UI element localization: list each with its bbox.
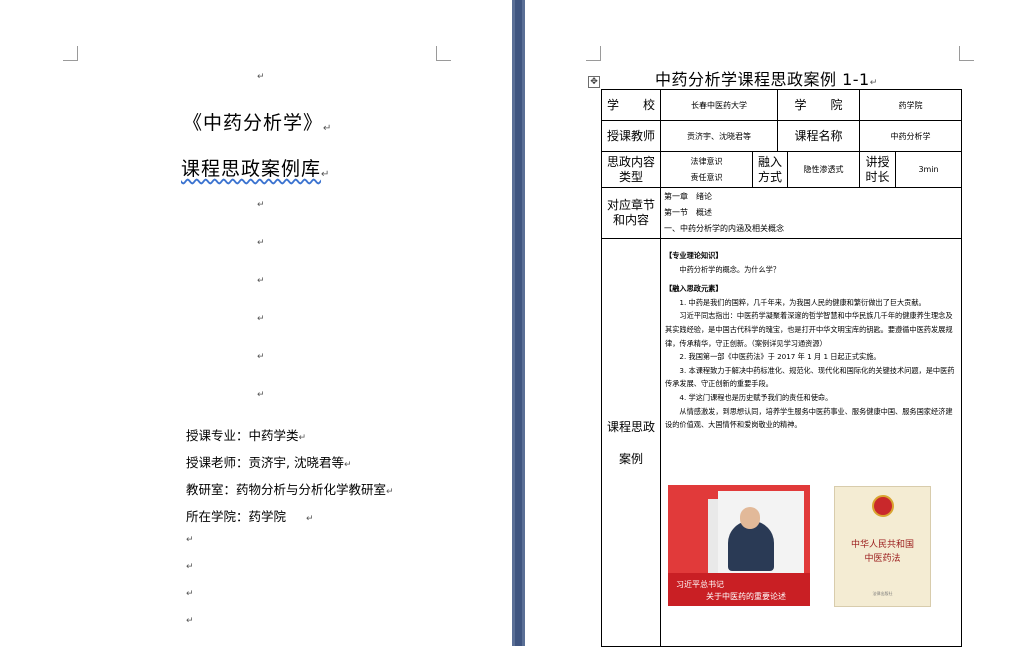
info-college-text: 所在学院：药学院	[186, 509, 287, 524]
integration-value[interactable]: 隐性渗透式	[786, 151, 861, 188]
school-value[interactable]: 长春中医药大学	[660, 89, 778, 121]
info-teachers-text: 授课老师：贡济宇, 沈晓君等	[186, 455, 344, 470]
chapter-line: 第一章 绪论	[664, 192, 712, 201]
info-teachers[interactable]: 授课老师：贡济宇, 沈晓君等↵	[186, 452, 352, 471]
document-subtitle[interactable]: 课程思政案例库↵	[181, 154, 330, 181]
duration-value[interactable]: 3min	[895, 151, 963, 188]
info-department-text: 教研室：药物分析与分析化学教研室	[186, 482, 387, 497]
table-row: 学 校 长春中医药大学 学 院 药学院	[601, 89, 963, 121]
case-paragraph: 1. 中药是我们的国粹，几千年来，为我国人民的健康和繁衍做出了巨大贡献。	[679, 297, 926, 307]
paragraph-mark: ↵	[186, 589, 194, 599]
paragraph-mark: ↵	[186, 535, 194, 545]
college-label[interactable]: 学 院	[776, 89, 861, 121]
cover-publisher: 法律出版社	[872, 591, 893, 596]
page-corner-mark	[586, 46, 601, 61]
college-value[interactable]: 药学院	[859, 89, 963, 121]
paragraph-mark: ↵	[186, 562, 194, 572]
case-paragraph: 中药分析学的概念。为什么学？	[679, 264, 781, 274]
document-subtitle-text: 课程思政案例库	[181, 158, 322, 180]
info-major-text: 授课专业：中药学类	[186, 428, 299, 443]
paragraph-mark: ↵	[343, 460, 352, 470]
duration-label[interactable]: 讲授时长	[859, 151, 897, 188]
paragraph-mark: ↵	[257, 72, 265, 82]
sz-content-label[interactable]: 思政内容类型	[601, 151, 661, 188]
paragraph-mark: ↵	[323, 123, 333, 134]
chapter-line: 第一节 概述	[664, 208, 712, 217]
school-label[interactable]: 学 校	[601, 89, 661, 121]
sz-content-value[interactable]: 法律意识 责任意识	[660, 151, 753, 188]
info-department[interactable]: 教研室：药物分析与分析化学教研室↵	[186, 479, 394, 498]
paragraph-mark: ↵	[298, 433, 307, 443]
paragraph-mark: ↵	[257, 200, 265, 210]
national-emblem-icon	[872, 495, 894, 517]
page-gutter-edge	[515, 0, 522, 646]
paragraph-mark: ↵	[257, 390, 265, 400]
paragraph-mark: ↵	[257, 352, 265, 362]
case-label-line: 课程思政	[606, 419, 655, 434]
document-title[interactable]: 《中药分析学》↵	[183, 108, 332, 135]
info-college[interactable]: 所在学院：药学院 ↵	[186, 506, 314, 525]
course-label[interactable]: 课程名称	[776, 120, 861, 152]
paragraph-mark: ↵	[306, 514, 314, 524]
document-title-text: 《中药分析学》	[183, 112, 324, 134]
case-title-text: 中药分析学课程思政案例 1-1	[655, 70, 870, 89]
case-title[interactable]: 中药分析学课程思政案例 1-1↵	[655, 66, 878, 90]
paragraph-mark: ↵	[321, 169, 331, 180]
cover-title: 中医药法	[864, 554, 901, 564]
paragraph-mark: ↵	[869, 78, 878, 88]
teacher-label[interactable]: 授课教师	[601, 120, 661, 152]
integration-label[interactable]: 融入方式	[752, 151, 788, 188]
paragraph-mark: ↵	[386, 487, 394, 497]
cover-caption: 习近平总书记	[676, 580, 724, 589]
chapter-label[interactable]: 对应章节和内容	[601, 187, 661, 239]
page-gutter	[512, 0, 525, 646]
chapter-line: 一、中药分析学的内涵及相关概念	[664, 224, 784, 233]
case-heading: 【专业理论知识】	[665, 251, 723, 260]
table-row: 思政内容类型 法律意识 责任意识 融入方式 隐性渗透式 讲授时长 3min	[601, 151, 963, 188]
paragraph-mark: ↵	[186, 616, 194, 626]
book-cover-image-speech[interactable]: 习近平总书记 关于中医药的重要论述	[668, 485, 810, 606]
cover-title: 中华人民共和国	[850, 540, 914, 550]
page-corner-mark	[436, 46, 451, 61]
case-label-line: 案例	[618, 451, 643, 466]
document-page-left: ↵ 《中药分析学》↵ 课程思政案例库↵ ↵ ↵ ↵ ↵ ↵ ↵ 授课专业：中药学…	[0, 0, 512, 646]
sz-content-item: 责任意识	[690, 172, 723, 182]
cover-caption: 关于中医药的重要论述	[706, 592, 786, 601]
case-paragraph: 3. 本课程致力于解决中药标准化、规范化、现代化和国际化的关键技术问题，是中医药…	[665, 365, 955, 389]
info-major[interactable]: 授课专业：中药学类↵	[186, 425, 306, 444]
paragraph-mark: ↵	[257, 276, 265, 286]
paragraph-mark: ↵	[257, 238, 265, 248]
table-row: 授课教师 贡济宇、沈晓君等 课程名称 中药分析学	[601, 120, 963, 152]
teacher-value[interactable]: 贡济宇、沈晓君等	[660, 120, 778, 152]
sz-content-item: 法律意识	[690, 156, 723, 166]
paragraph-mark: ↵	[257, 314, 265, 324]
page-corner-mark	[63, 46, 78, 61]
case-paragraph: 2. 我国第一部《中医药法》于 2017 年 1 月 1 日起正式实施。	[679, 352, 881, 362]
move-handle-icon[interactable]: ✥	[588, 76, 600, 88]
case-heading: 【融入思政元素】	[665, 284, 723, 294]
chapter-content[interactable]: 第一章 绪论 第一节 概述 一、中药分析学的内涵及相关概念	[659, 187, 963, 239]
case-paragraph: 从情感激发，到思想认同，培养学生服务中医药事业、服务健康中国、服务国家经济建设的…	[665, 406, 953, 430]
person-head	[740, 507, 760, 529]
course-value[interactable]: 中药分析学	[859, 120, 963, 152]
table-row: 对应章节和内容 第一章 绪论 第一节 概述 一、中药分析学的内涵及相关概念	[601, 187, 963, 239]
case-paragraph: 4. 学这门课程也是历史赋予我们的责任和使命。	[679, 392, 833, 402]
case-label[interactable]: 课程思政 案例	[601, 238, 661, 647]
page-corner-mark	[959, 46, 974, 61]
book-cover-image-law[interactable]: 中华人民共和国 中医药法 法律出版社	[834, 486, 931, 607]
case-paragraph: 习近平同志指出：中医药学凝聚着深邃的哲学智慧和中华民族几千年的健康养生理念及其实…	[665, 311, 953, 348]
